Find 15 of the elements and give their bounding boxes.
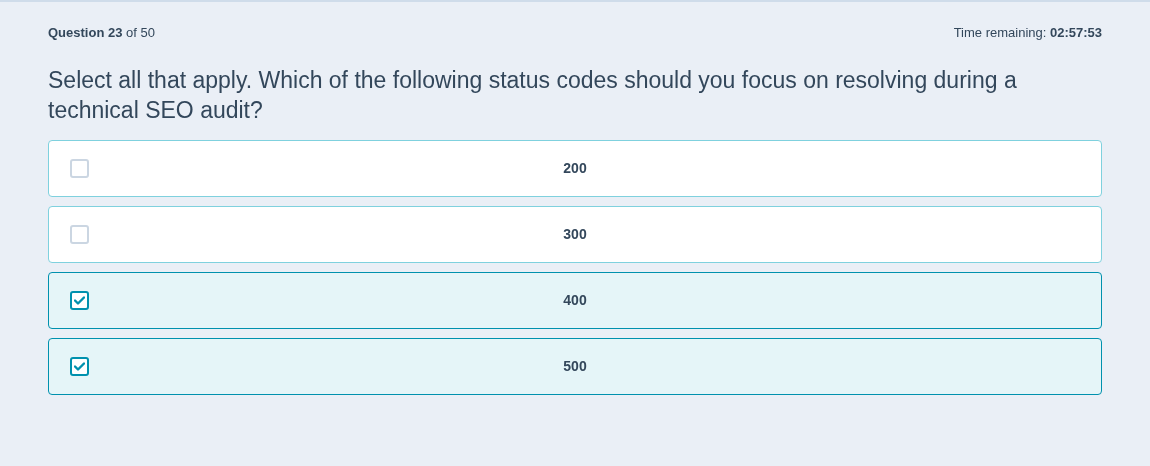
answer-option[interactable]: 200 — [48, 139, 1102, 197]
question-text: Select all that apply. Which of the following status codes should you focus on resolving during a technical SEO audit? — [48, 65, 1018, 125]
answer-option[interactable]: 400 — [48, 271, 1102, 329]
checkbox[interactable] — [70, 356, 89, 376]
option-label: 300 — [563, 224, 587, 244]
answer-option[interactable]: 300 — [48, 205, 1102, 263]
checkbox[interactable] — [70, 290, 89, 310]
option-label: 200 — [563, 158, 587, 178]
answer-option[interactable]: 500 — [48, 337, 1102, 395]
option-label: 400 — [563, 290, 587, 310]
question-counter: Question 23 of 50 — [48, 24, 155, 42]
time-remaining: Time remaining: 02:57:53 — [953, 24, 1102, 42]
checkmark-icon — [74, 295, 85, 305]
option-label: 500 — [563, 356, 587, 376]
checkmark-icon — [74, 361, 85, 371]
